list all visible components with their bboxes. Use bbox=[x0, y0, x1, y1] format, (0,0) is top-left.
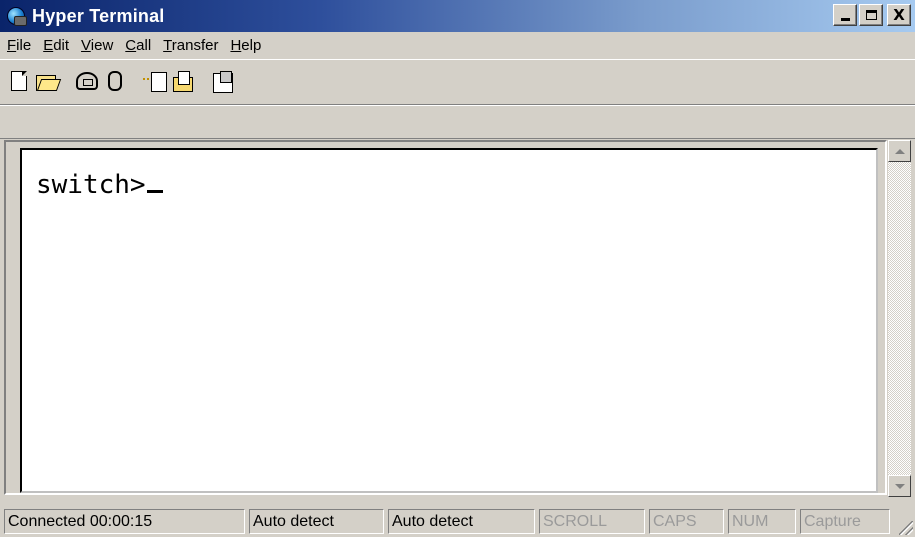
status-bar: Connected 00:00:15 Auto detect Auto dete… bbox=[0, 506, 915, 537]
status-caps: CAPS bbox=[649, 509, 724, 534]
minimize-icon bbox=[840, 17, 850, 21]
menu-bar: File Edit View Call Transfer Help bbox=[0, 33, 915, 57]
hyperterminal-app-icon[interactable] bbox=[6, 6, 27, 26]
window-title: Hyper Terminal bbox=[32, 5, 165, 26]
scroll-up-button[interactable] bbox=[888, 140, 911, 162]
call-button[interactable] bbox=[74, 68, 100, 94]
resize-grip-icon[interactable] bbox=[899, 521, 913, 535]
status-capture: Capture bbox=[800, 509, 890, 534]
status-terminal-detect: Auto detect bbox=[249, 509, 384, 534]
status-scroll: SCROLL bbox=[539, 509, 645, 534]
menu-view[interactable]: View bbox=[78, 35, 122, 56]
dial-phone-icon bbox=[76, 72, 98, 90]
vertical-scrollbar[interactable] bbox=[888, 140, 911, 497]
maximize-icon bbox=[865, 10, 877, 20]
open-button[interactable] bbox=[34, 68, 62, 94]
hyperterminal-window: Hyper Terminal X File Edit View Call Tra… bbox=[0, 0, 915, 537]
receive-file-icon bbox=[172, 71, 194, 92]
close-icon: X bbox=[893, 6, 905, 24]
disconnect-phone-icon bbox=[106, 71, 124, 91]
send-file-icon bbox=[143, 72, 167, 92]
menu-help[interactable]: Help bbox=[227, 35, 270, 56]
menu-call[interactable]: Call bbox=[122, 35, 160, 56]
text-cursor bbox=[146, 190, 163, 193]
new-connection-button[interactable] bbox=[6, 68, 32, 94]
send-button[interactable] bbox=[142, 68, 168, 94]
title-bar[interactable]: Hyper Terminal X bbox=[0, 0, 915, 32]
open-folder-icon bbox=[36, 73, 62, 91]
terminal-output: switch> bbox=[36, 170, 163, 200]
status-connected: Connected 00:00:15 bbox=[4, 509, 245, 534]
close-button[interactable]: X bbox=[887, 4, 911, 26]
maximize-button[interactable] bbox=[859, 4, 883, 26]
terminal-screen[interactable]: switch> bbox=[20, 148, 878, 493]
menu-edit[interactable]: Edit bbox=[40, 35, 78, 56]
new-file-icon bbox=[11, 71, 27, 91]
disconnect-button[interactable] bbox=[102, 68, 128, 94]
arrow-down-icon bbox=[894, 483, 905, 489]
command-prompt: switch> bbox=[36, 170, 146, 200]
menu-file[interactable]: File bbox=[4, 35, 40, 56]
scroll-down-button[interactable] bbox=[888, 475, 911, 497]
properties-icon bbox=[213, 71, 233, 93]
menu-transfer[interactable]: Transfer bbox=[160, 35, 227, 56]
status-speed-detect: Auto detect bbox=[388, 509, 535, 534]
toolbar bbox=[0, 59, 915, 139]
receive-button[interactable] bbox=[170, 68, 196, 94]
status-num: NUM bbox=[728, 509, 796, 534]
properties-button[interactable] bbox=[210, 68, 236, 94]
arrow-up-icon bbox=[894, 148, 905, 154]
window-controls: X bbox=[833, 4, 911, 26]
minimize-button[interactable] bbox=[833, 4, 857, 26]
